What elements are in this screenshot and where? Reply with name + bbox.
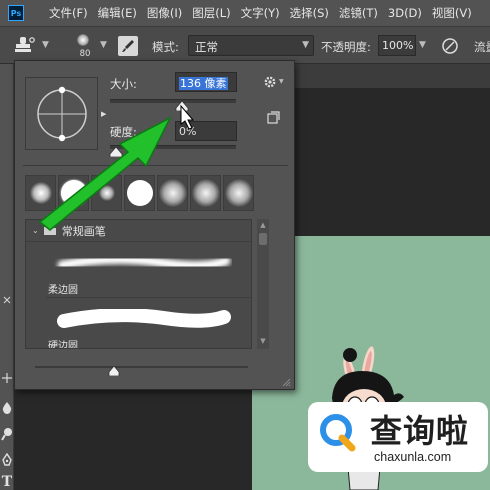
scroll-down-icon[interactable]: ▼ bbox=[257, 337, 269, 347]
hardness-slider[interactable] bbox=[110, 145, 236, 149]
menu-type[interactable]: 文字(Y) bbox=[236, 5, 285, 21]
size-label: 大小: bbox=[110, 77, 137, 91]
soft-stroke-preview bbox=[57, 254, 231, 271]
tool-divider-icon bbox=[0, 292, 14, 308]
flow-label: 流量 bbox=[474, 40, 490, 54]
gear-icon[interactable] bbox=[263, 75, 277, 89]
menu-select[interactable]: 选择(S) bbox=[285, 5, 334, 21]
recent-brush-7[interactable] bbox=[223, 175, 254, 211]
preset-name: 硬边圆 bbox=[48, 341, 78, 349]
brush-angle-roundness-preview[interactable] bbox=[25, 77, 98, 150]
menu-bar: Ps 文件(F) 编辑(E) 图像(I) 图层(L) 文字(Y) 选择(S) 滤… bbox=[0, 0, 490, 26]
brush-settings-icon bbox=[122, 40, 134, 52]
size-slider-thumb[interactable] bbox=[175, 101, 189, 111]
hardness-slider-thumb[interactable] bbox=[109, 147, 123, 157]
folder-icon bbox=[43, 227, 56, 235]
menu-file[interactable]: 文件(F) bbox=[44, 5, 93, 21]
preview-arrow-icon: ▶ bbox=[101, 110, 107, 118]
watermark-logo-badge: 查询啦 chaxunla.com bbox=[308, 402, 488, 472]
preset-group-header[interactable]: ⌄ 常规画笔 bbox=[26, 220, 251, 242]
panel-divider bbox=[23, 165, 288, 166]
menu-view[interactable]: 视图(V) bbox=[427, 5, 477, 21]
recent-brush-1[interactable] bbox=[25, 175, 56, 211]
blend-mode-value: 正常 bbox=[195, 40, 218, 54]
gear-caret-icon[interactable]: ▼ bbox=[279, 78, 284, 85]
options-bar: ▼ 80 ▼ 模式: 正常 ▼ 不透明度: 100% ▼ 流量 bbox=[0, 26, 490, 64]
brush-size-readout: 80 bbox=[79, 49, 91, 59]
opacity-slider-caret-icon[interactable]: ▼ bbox=[419, 40, 426, 50]
brush-preset-picker-panel: ▶ 大小: 136 像素 ▼ 硬度: 0% ⌄ 常规画笔 柔边圆 硬边圆 ▲ ▼ bbox=[14, 60, 295, 390]
size-input[interactable]: 136 像素 bbox=[175, 72, 237, 92]
pressure-opacity-icon[interactable] bbox=[440, 36, 460, 56]
clone-stamp-tool-icon[interactable] bbox=[12, 36, 38, 56]
chevron-down-icon: ▼ bbox=[302, 40, 309, 50]
recent-brush-5[interactable] bbox=[157, 175, 188, 211]
preset-hard-round[interactable]: 硬边圆 bbox=[46, 299, 251, 349]
watermark-domain: chaxunla.com bbox=[374, 450, 452, 464]
recent-brush-6[interactable] bbox=[190, 175, 221, 211]
brush-preset-list[interactable]: ⌄ 常规画笔 柔边圆 硬边圆 bbox=[25, 219, 252, 349]
menu-3d[interactable]: 3D(D) bbox=[383, 6, 427, 20]
move-tool-icon[interactable] bbox=[0, 370, 14, 386]
pen-tool-icon[interactable] bbox=[0, 452, 14, 468]
recent-brush-4[interactable] bbox=[124, 175, 155, 211]
dodge-tool-icon[interactable] bbox=[0, 426, 14, 442]
tool-preset-caret-icon[interactable]: ▼ bbox=[42, 40, 49, 50]
tools-panel: T bbox=[0, 64, 14, 490]
preset-list-scrollbar[interactable]: ▲ ▼ bbox=[257, 219, 269, 349]
preset-group-name: 常规画笔 bbox=[61, 224, 106, 238]
photoshop-logo: Ps bbox=[8, 5, 24, 21]
preset-soft-round[interactable]: 柔边圆 bbox=[46, 243, 251, 298]
new-preset-icon[interactable] bbox=[267, 111, 280, 124]
menu-edit[interactable]: 编辑(E) bbox=[93, 5, 142, 21]
brush-preset-picker-button[interactable]: 80 bbox=[70, 31, 98, 61]
opacity-input[interactable]: 100% bbox=[378, 35, 416, 56]
size-value: 136 像素 bbox=[179, 77, 228, 90]
menu-layer[interactable]: 图层(L) bbox=[187, 5, 235, 21]
thumbnail-size-thumb[interactable] bbox=[108, 366, 120, 376]
resize-grip-icon[interactable] bbox=[281, 377, 291, 387]
menu-filter[interactable]: 滤镜(T) bbox=[334, 5, 383, 21]
recent-brush-3[interactable] bbox=[91, 175, 122, 211]
recent-brushes-row bbox=[25, 175, 256, 211]
opacity-label: 不透明度: bbox=[321, 40, 371, 54]
hardness-label: 硬度: bbox=[110, 125, 137, 139]
preset-name: 柔边圆 bbox=[48, 285, 78, 296]
blur-tool-icon[interactable] bbox=[0, 400, 14, 416]
brush-tip-icon bbox=[77, 34, 89, 46]
hardness-input[interactable]: 0% bbox=[175, 121, 237, 141]
menu-image[interactable]: 图像(I) bbox=[142, 5, 187, 21]
brush-preset-caret-icon[interactable]: ▼ bbox=[100, 40, 107, 50]
thumbnail-size-slider[interactable] bbox=[35, 366, 248, 368]
scroll-up-icon[interactable]: ▲ bbox=[257, 221, 269, 231]
chevron-down-icon[interactable]: ⌄ bbox=[32, 226, 39, 235]
hard-stroke-preview bbox=[57, 309, 231, 328]
recent-brush-2[interactable] bbox=[58, 175, 89, 211]
blend-mode-select[interactable]: 正常 ▼ bbox=[188, 35, 314, 56]
brush-settings-panel-button[interactable] bbox=[118, 36, 138, 56]
scrollbar-thumb[interactable] bbox=[259, 233, 267, 245]
size-slider[interactable] bbox=[110, 99, 236, 103]
mode-label: 模式: bbox=[152, 40, 179, 54]
watermark-title: 查询啦 bbox=[370, 412, 470, 450]
type-tool-icon[interactable]: T bbox=[0, 474, 14, 490]
search-icon bbox=[320, 414, 356, 452]
